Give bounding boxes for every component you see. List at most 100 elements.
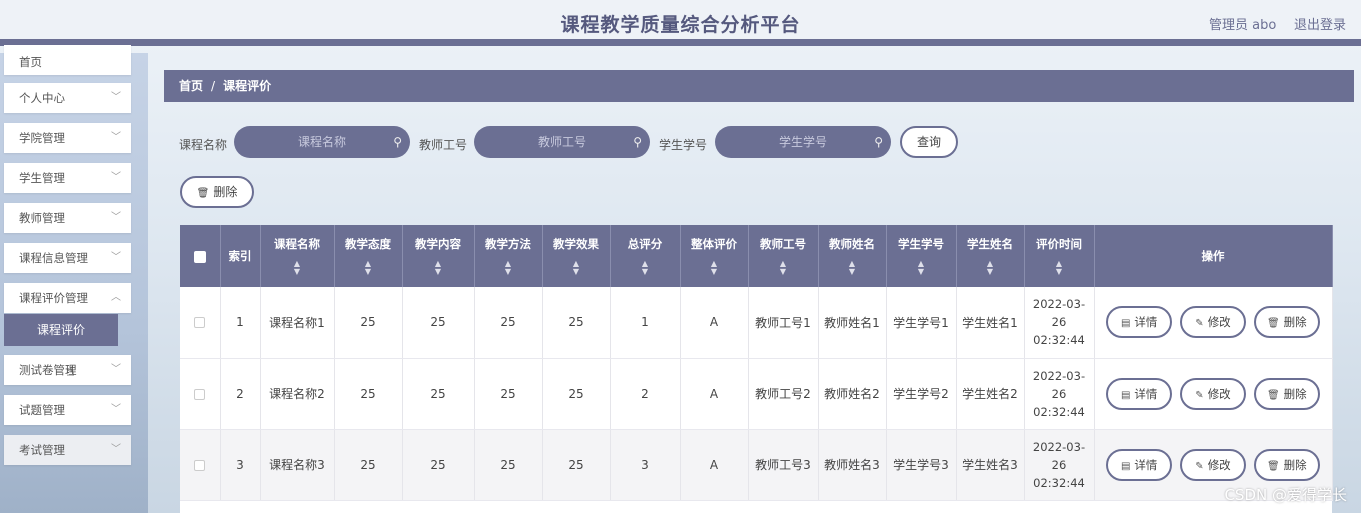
sidebar-subitem-course-evaluation[interactable]: 课程评价 [4,314,118,346]
sort-icon[interactable]: ▲ ▼ [887,260,956,276]
column-header-sortable[interactable]: 学生姓名 ▲ ▼ [956,225,1025,287]
row-checkbox[interactable] [194,388,206,400]
select-all-header[interactable] [180,225,221,287]
cell-course: 课程名称1 [260,287,335,359]
sidebar-item-course-info[interactable]: 课程信息管理 ﹀ [4,243,131,273]
chevron-down-icon: ﹀ [111,364,121,375]
table-row: 1 课程名称1 25 25 25 25 1 A 教师工号1 教师姓名1 学生学号… [180,287,1333,359]
query-button[interactable]: 查询 [900,126,958,158]
column-header-sortable[interactable]: 教师工号 ▲ ▼ [748,225,819,287]
chevron-down-icon: ﹀ [111,252,121,263]
cell-index: 1 [220,287,261,359]
breadcrumb-home[interactable]: 首页 [179,79,203,93]
delete-button[interactable]: 🗑 删除 [1253,377,1320,410]
sort-icon[interactable]: ▲ ▼ [475,260,542,276]
cell-attitude: 25 [334,358,403,430]
cell-teacher-name: 教师姓名1 [818,287,887,359]
cell-student-name: 学生姓名1 [956,287,1025,359]
sidebar-item-personal-center[interactable]: 个人中心 ﹀ [4,83,131,113]
watermark: CSDN @爱得学长 [1224,486,1347,504]
select-all-checkbox[interactable] [193,250,206,263]
cell-student-id: 学生学号2 [886,358,957,430]
row-checkbox[interactable] [194,459,206,471]
table-header-row: 索引 课程名称 ▲ ▼ 教学态度 ▲ ▼ 教学内容 ▲ ▼ 教学方法 ▲ ▼ 教学效果 ▲ ▼ 总评… [180,225,1333,287]
document-icon: ▤ [1120,389,1131,401]
sort-icon[interactable]: ▲ ▼ [611,260,680,276]
document-icon: ▤ [1120,460,1131,472]
teacher-id-input[interactable]: 教师工号 ⚲ [474,126,650,158]
row-checkbox[interactable] [194,317,206,329]
column-header-sortable[interactable]: 总评分 ▲ ▼ [610,225,681,287]
cell-content: 25 [402,429,475,501]
sidebar-item-label: 试题管理 [19,403,65,417]
cell-course: 课程名称2 [260,358,335,430]
breadcrumb-current: 课程评价 [223,79,272,93]
row-select-cell[interactable] [180,429,221,501]
chevron-down-icon: ﹀ [111,444,121,455]
column-header-sortable[interactable]: 教学态度 ▲ ▼ [334,225,403,287]
chevron-down-icon: ﹀ [111,172,121,183]
sidebar: 首页 个人中心 ﹀ 学院管理 ﹀ 学生管理 ﹀ 教师管理 ﹀ 课程信息管理 ﹀ … [0,45,148,513]
chevron-down-icon: ﹀ [111,92,121,103]
sidebar-item-label: 教师管理 [19,211,65,225]
delete-button[interactable]: 🗑 删除 [1253,448,1320,481]
column-header-sortable[interactable]: 教学效果 ▲ ▼ [542,225,611,287]
cell-attitude: 25 [334,429,403,501]
sidebar-item-course-evaluation[interactable]: 课程评价管理 ︿ [4,283,131,313]
sidebar-item-exams[interactable]: 考试管理 ﹀ [4,435,131,465]
batch-delete-button[interactable]: 🗑 删除 [180,176,254,208]
column-header-sortable[interactable]: 教学内容 ▲ ▼ [402,225,475,287]
detail-button[interactable]: ▤ 详情 [1106,306,1173,339]
cell-total: 2 [610,358,681,430]
column-header-sortable[interactable]: 教师姓名 ▲ ▼ [818,225,887,287]
sort-icon[interactable]: ▲ ▼ [543,260,610,276]
sidebar-item-home[interactable]: 首页 [4,45,131,75]
column-header-sortable[interactable]: 评价时间 ▲ ▼ [1024,225,1095,287]
detail-button[interactable]: ▤ 详情 [1106,377,1173,410]
search-icon: ⚲ [393,135,402,149]
sort-icon[interactable]: ▲ ▼ [1025,260,1094,276]
column-header-sortable[interactable]: 课程名称 ▲ ▼ [260,225,335,287]
top-bar: 课程教学质量综合分析平台 管理员 abo 退出登录 [0,0,1361,46]
cell-index: 2 [220,358,261,430]
sort-icon[interactable]: ▲ ▼ [335,260,402,276]
sort-icon[interactable]: ▲ ▼ [957,260,1024,276]
sort-icon[interactable]: ▲ ▼ [819,260,886,276]
sidebar-item-teachers[interactable]: 教师管理 ﹀ [4,203,131,233]
pencil-icon: ✎ [1195,460,1204,472]
course-name-label: 课程名称 [179,138,228,152]
sort-icon[interactable]: ▲ ▼ [261,260,334,276]
sidebar-item-students[interactable]: 学生管理 ﹀ [4,163,131,193]
evaluation-table: 索引 课程名称 ▲ ▼ 教学态度 ▲ ▼ 教学内容 ▲ ▼ 教学方法 ▲ ▼ 教学效果 ▲ ▼ 总评… [180,225,1333,513]
delete-button[interactable]: 🗑 删除 [1253,306,1320,339]
teacher-id-label: 教师工号 [419,138,468,152]
detail-button[interactable]: ▤ 详情 [1106,448,1173,481]
column-header-sortable[interactable]: 教学方法 ▲ ▼ [474,225,543,287]
pencil-icon: ✎ [1195,389,1204,401]
trash-icon: 🗑 [196,188,210,199]
student-id-input[interactable]: 学生学号 ⚲ [715,126,891,158]
sidebar-item-label: 个人中心 [19,91,65,105]
mouse-cursor-icon: ☝ [66,364,75,380]
edit-button[interactable]: ✎ 修改 [1180,377,1246,410]
cell-effect: 25 [542,358,611,430]
sidebar-item-label: 学院管理 [19,131,65,145]
cell-effect: 25 [542,287,611,359]
sidebar-item-questions[interactable]: 试题管理 ﹀ [4,395,131,425]
sort-icon[interactable]: ▲ ▼ [749,260,818,276]
logout-link[interactable]: 退出登录 [1294,14,1346,33]
sidebar-item-label: 课程评价管理 [19,291,88,305]
row-select-cell[interactable] [180,287,221,359]
column-header-sortable[interactable]: 整体评价 ▲ ▼ [680,225,749,287]
breadcrumb: 首页 / 课程评价 [164,70,1354,102]
row-select-cell[interactable] [180,358,221,430]
course-name-input[interactable]: 课程名称 ⚲ [234,126,410,158]
pencil-icon: ✎ [1195,318,1204,330]
sidebar-item-college[interactable]: 学院管理 ﹀ [4,123,131,153]
edit-button[interactable]: ✎ 修改 [1180,448,1246,481]
sort-icon[interactable]: ▲ ▼ [681,260,748,276]
column-header-sortable[interactable]: 学生学号 ▲ ▼ [886,225,957,287]
edit-button[interactable]: ✎ 修改 [1180,306,1246,339]
sort-icon[interactable]: ▲ ▼ [403,260,474,276]
chevron-up-icon: ︿ [111,292,121,303]
